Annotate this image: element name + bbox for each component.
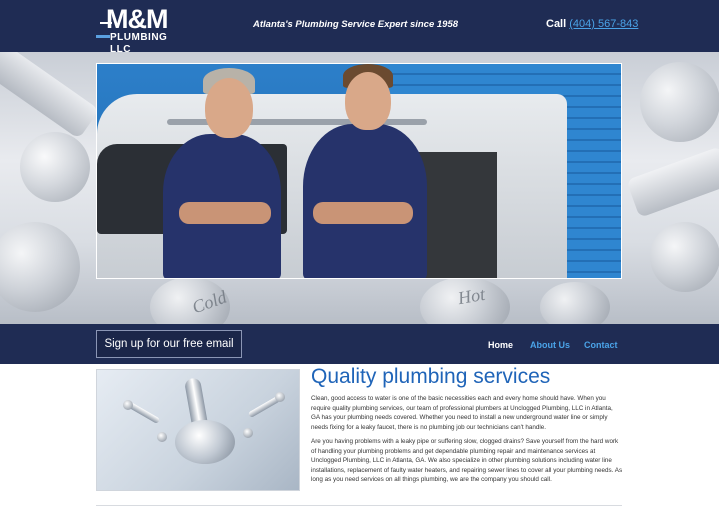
intro-paragraph: Clean, good access to water is one of th… [311, 395, 613, 431]
content-divider [96, 505, 622, 506]
services-paragraph: Are you having problems with a leaky pip… [311, 438, 623, 483]
plumber-younger-face [345, 72, 391, 130]
faucet-handle-knob [157, 432, 167, 442]
nav-contact[interactable]: Contact [584, 340, 618, 350]
fitting-decor [0, 222, 80, 312]
section-heading: Quality plumbing services [311, 365, 551, 388]
call-block: Call (404) 567-843 [546, 18, 638, 30]
pipe-decor [626, 146, 719, 218]
call-label: Call [546, 18, 567, 30]
nav-home[interactable]: Home [488, 340, 513, 350]
faucet-body [175, 420, 235, 464]
plumber-older-arms [179, 202, 271, 224]
fitting-decor [540, 282, 610, 324]
nav-about-us[interactable]: About Us [530, 340, 570, 350]
phone-link[interactable]: (404) 567-843 [569, 18, 638, 30]
faucet-handle-knob [243, 428, 253, 438]
fitting-decor [20, 132, 90, 202]
fitting-decor [650, 222, 719, 292]
fitting-decor [640, 62, 719, 142]
logo-accent-bar [96, 35, 110, 38]
company-logo[interactable]: M&M PLUMBING LLC [96, 4, 176, 55]
logo-main-text: M&M [106, 4, 168, 34]
faucet-handle-knob [275, 392, 285, 402]
faucet-image [96, 369, 300, 491]
faucet-handle-knob [123, 400, 133, 410]
pipe-decor [0, 52, 100, 140]
plumber-older-face [205, 78, 253, 138]
tagline: Atlanta's Plumbing Service Expert since … [253, 19, 459, 30]
email-signup-button[interactable]: Sign up for our free email list [96, 330, 242, 376]
hero-photo [96, 63, 622, 279]
plumber-younger-arms [313, 202, 413, 224]
